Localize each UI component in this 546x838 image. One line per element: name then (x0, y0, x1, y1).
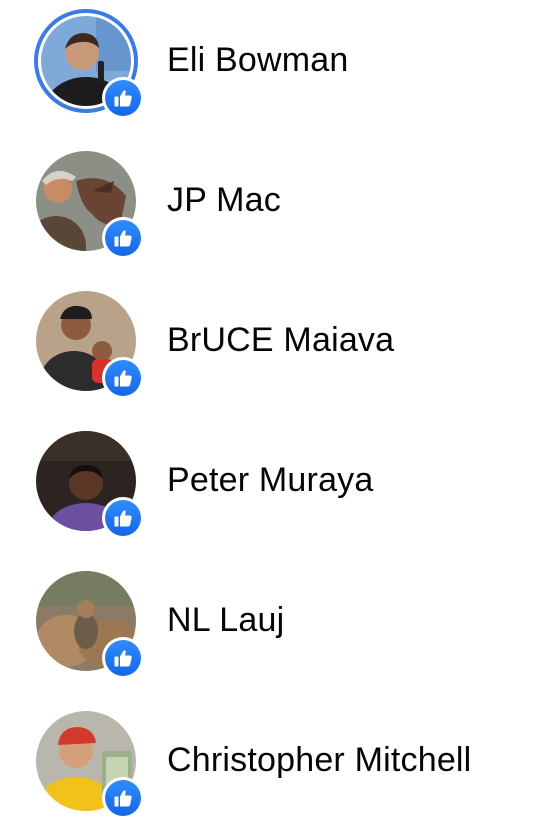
reaction-row[interactable]: Christopher Mitchell (0, 700, 546, 820)
like-badge (102, 777, 144, 819)
reactor-name[interactable]: NL Lauj (167, 600, 284, 640)
avatar-wrap (36, 431, 144, 539)
avatar-wrap (36, 571, 144, 679)
reactor-name[interactable]: JP Mac (167, 180, 281, 220)
like-badge (102, 217, 144, 259)
reactor-name[interactable]: Eli Bowman (167, 40, 349, 80)
reaction-row[interactable]: Peter Muraya (0, 420, 546, 540)
like-badge-fill (105, 80, 141, 116)
like-badge (102, 637, 144, 679)
thumbs-up-icon (114, 510, 132, 527)
like-badge-fill (105, 640, 141, 676)
like-badge (102, 497, 144, 539)
avatar-wrap (34, 9, 144, 119)
reactor-name[interactable]: Peter Muraya (167, 460, 373, 500)
like-badge (102, 357, 144, 399)
like-badge-fill (105, 500, 141, 536)
reactor-name[interactable]: BrUCE Maiava (167, 320, 394, 360)
avatar-wrap (36, 711, 144, 819)
like-badge-fill (105, 360, 141, 396)
thumbs-up-icon (114, 790, 132, 807)
avatar-wrap (36, 151, 144, 259)
reaction-row[interactable]: Eli Bowman (0, 0, 546, 120)
thumbs-up-icon (114, 230, 132, 247)
avatar-wrap (36, 291, 144, 399)
reactor-name[interactable]: Christopher Mitchell (167, 740, 471, 780)
thumbs-up-icon (114, 90, 132, 107)
thumbs-up-icon (114, 650, 132, 667)
reaction-row[interactable]: NL Lauj (0, 560, 546, 680)
like-badge (102, 77, 144, 119)
reaction-row[interactable]: BrUCE Maiava (0, 280, 546, 400)
like-badge-fill (105, 780, 141, 816)
reaction-row[interactable]: JP Mac (0, 140, 546, 260)
like-badge-fill (105, 220, 141, 256)
thumbs-up-icon (114, 370, 132, 387)
